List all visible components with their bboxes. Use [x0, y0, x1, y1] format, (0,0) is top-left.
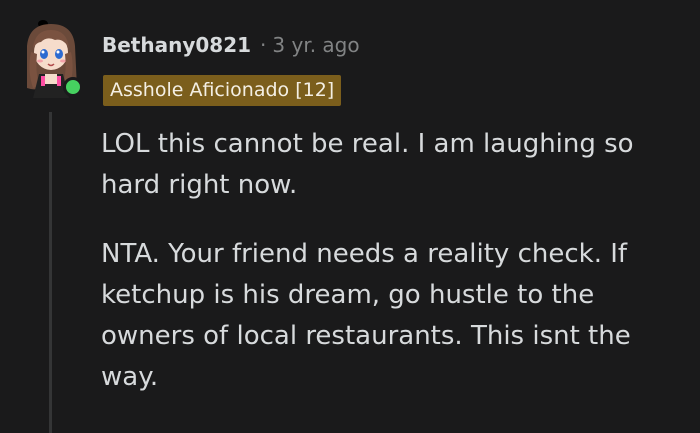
meta-separator: ·: [260, 33, 267, 57]
comment-timestamp[interactable]: 3 yr. ago: [272, 33, 359, 57]
comment: Bethany0821 · 3 yr. ago Asshole Aficiona…: [0, 0, 700, 433]
comment-paragraph: NTA. Your friend needs a reality check. …: [101, 239, 631, 392]
user-flair-badge: Asshole Aficionado [12]: [103, 75, 342, 106]
comment-paragraph: LOL this cannot be real. I am laughing s…: [101, 129, 634, 200]
username-link[interactable]: Bethany0821: [102, 33, 251, 57]
comment-meta: Bethany0821 · 3 yr. ago: [102, 33, 360, 57]
comment-body: LOL this cannot be real. I am laughing s…: [101, 124, 681, 426]
thread-collapse-line[interactable]: [49, 112, 52, 433]
online-status-indicator: [63, 77, 83, 97]
